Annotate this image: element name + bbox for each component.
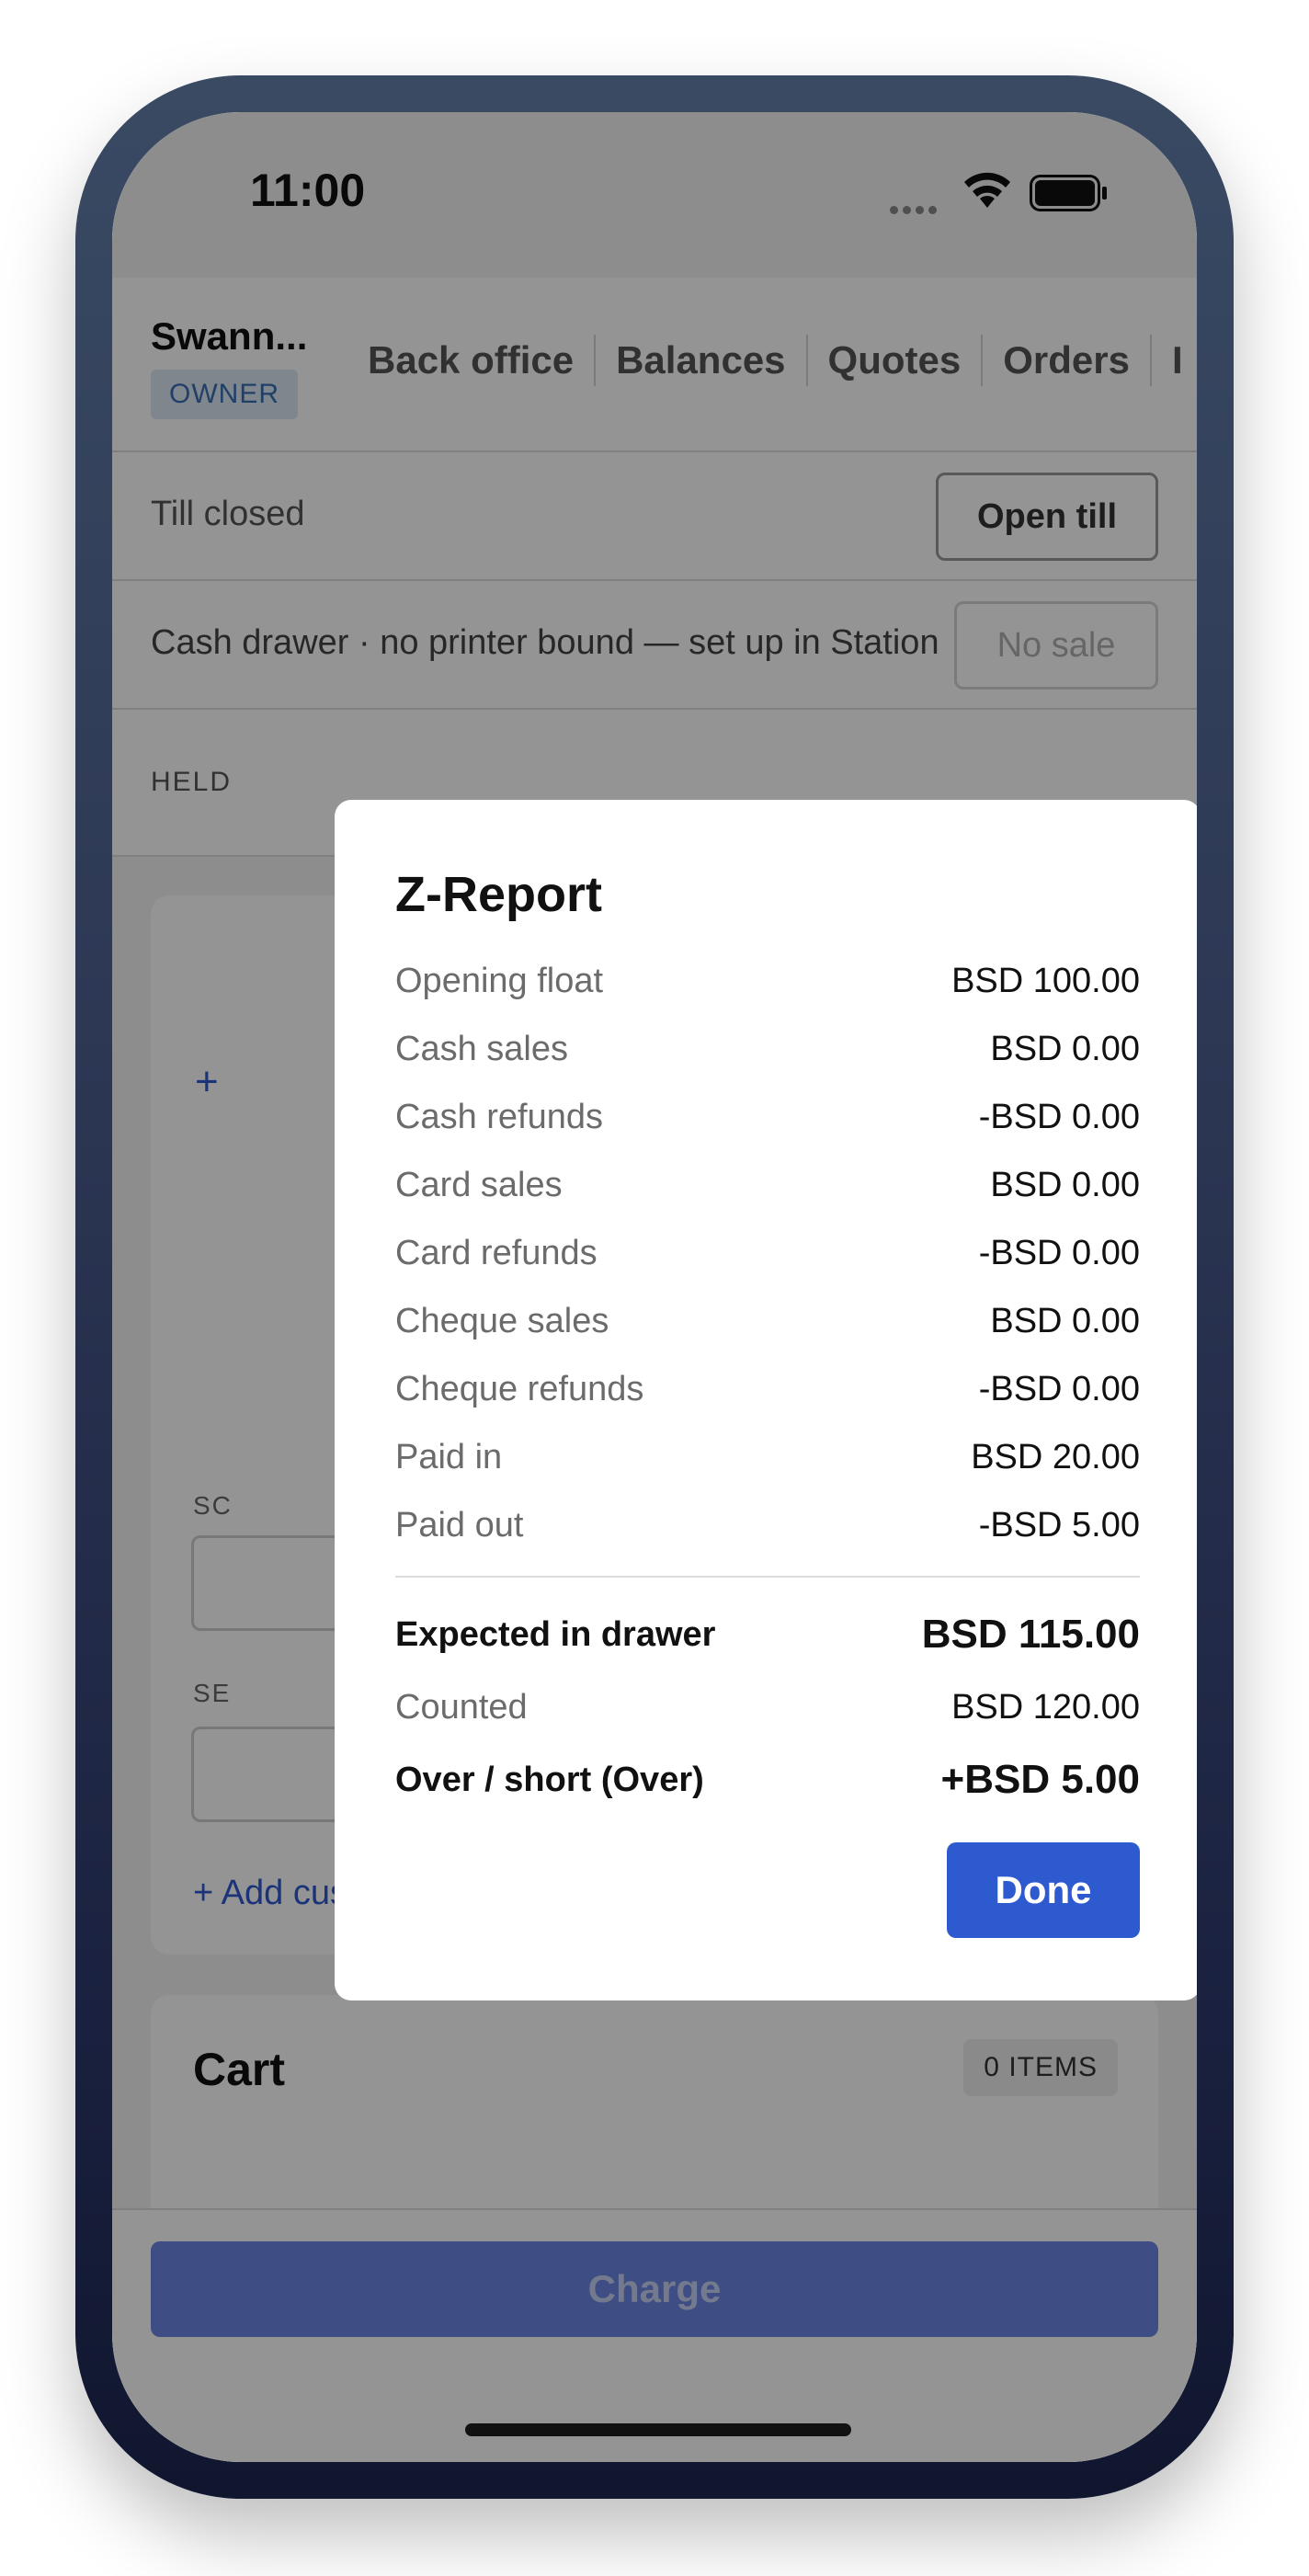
report-row: Cheque sales BSD 0.00 bbox=[395, 1287, 1140, 1355]
report-row: Cash refunds -BSD 0.00 bbox=[395, 1083, 1140, 1151]
report-label: Cash sales bbox=[395, 1029, 568, 1068]
report-value: -BSD 0.00 bbox=[978, 1233, 1140, 1272]
dialog-title: Z-Report bbox=[395, 867, 602, 922]
report-label: Cash refunds bbox=[395, 1097, 604, 1136]
report-label: Cheque refunds bbox=[395, 1369, 644, 1408]
report-value: BSD 0.00 bbox=[990, 1165, 1140, 1204]
report-label: Paid out bbox=[395, 1505, 524, 1544]
report-value: -BSD 5.00 bbox=[978, 1505, 1140, 1544]
report-row: Cash sales BSD 0.00 bbox=[395, 1015, 1140, 1083]
report-value: BSD 0.00 bbox=[990, 1301, 1140, 1340]
report-row: Paid out -BSD 5.00 bbox=[395, 1491, 1140, 1559]
expected-value: BSD 115.00 bbox=[921, 1612, 1140, 1657]
over-short-value: +BSD 5.00 bbox=[940, 1757, 1140, 1802]
counted-label: Counted bbox=[395, 1687, 528, 1727]
report-row: Card refunds -BSD 0.00 bbox=[395, 1219, 1140, 1287]
over-short-row: Over / short (Over) +BSD 5.00 bbox=[395, 1743, 1140, 1817]
report-label: Card refunds bbox=[395, 1233, 598, 1272]
report-row: Opening float BSD 100.00 bbox=[395, 947, 1140, 1015]
report-value: BSD 0.00 bbox=[990, 1029, 1140, 1068]
report-label: Paid in bbox=[395, 1437, 503, 1476]
expected-label: Expected in drawer bbox=[395, 1614, 716, 1654]
report-value: BSD 100.00 bbox=[951, 961, 1140, 1000]
counted-value: BSD 120.00 bbox=[951, 1687, 1140, 1727]
report-row: Card sales BSD 0.00 bbox=[395, 1151, 1140, 1219]
report-label: Card sales bbox=[395, 1165, 563, 1204]
over-short-label: Over / short (Over) bbox=[395, 1760, 704, 1799]
home-indicator bbox=[465, 2423, 851, 2436]
report-value: BSD 20.00 bbox=[971, 1437, 1140, 1476]
report-rows: Opening float BSD 100.00 Cash sales BSD … bbox=[395, 947, 1140, 1817]
done-button[interactable]: Done bbox=[947, 1842, 1140, 1938]
report-row: Cheque refunds -BSD 0.00 bbox=[395, 1355, 1140, 1423]
counted-row: Counted BSD 120.00 bbox=[395, 1671, 1140, 1743]
report-row: Paid in BSD 20.00 bbox=[395, 1423, 1140, 1491]
report-label: Cheque sales bbox=[395, 1301, 609, 1340]
z-report-dialog: Z-Report Opening float BSD 100.00 Cash s… bbox=[335, 800, 1197, 2000]
expected-row: Expected in drawer BSD 115.00 bbox=[395, 1598, 1140, 1671]
report-value: -BSD 0.00 bbox=[978, 1369, 1140, 1408]
report-divider bbox=[395, 1576, 1140, 1578]
phone-screen: 11:00 Swann... OWNER Back office Balance… bbox=[112, 112, 1197, 2462]
report-label: Opening float bbox=[395, 961, 604, 1000]
report-value: -BSD 0.00 bbox=[978, 1097, 1140, 1136]
